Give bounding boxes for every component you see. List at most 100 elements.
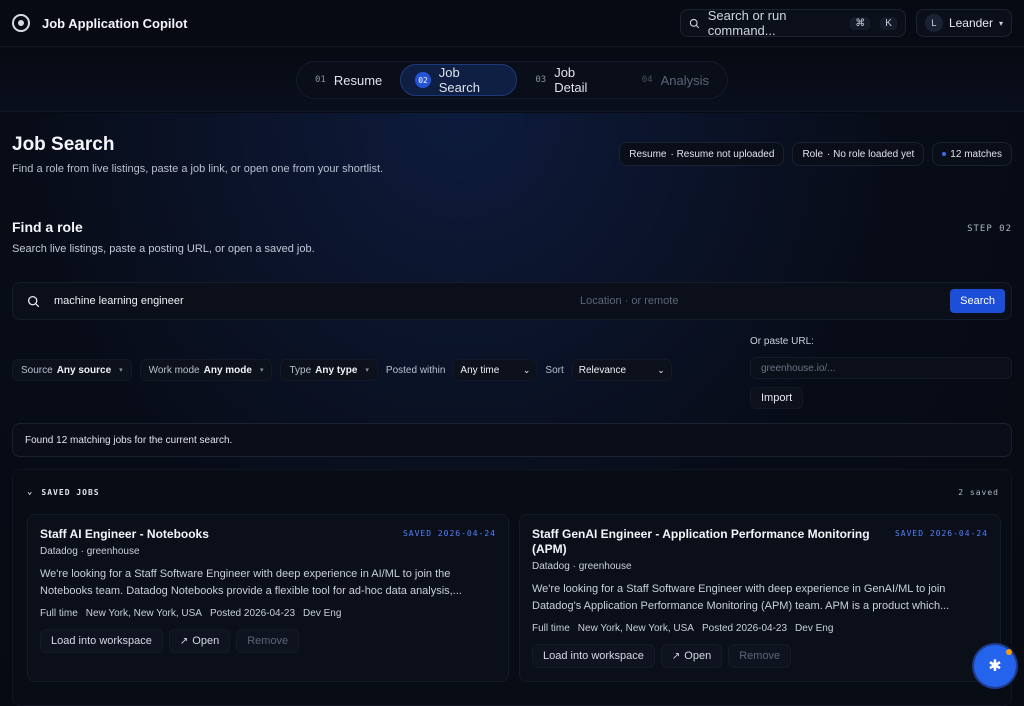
job-posted: Posted 2026-04-23 xyxy=(209,608,296,619)
job-company: Datadog · greenhouse xyxy=(40,546,140,557)
user-name: Leander xyxy=(948,16,993,30)
saved-date: SAVED 2026-04-24 xyxy=(894,529,988,538)
step-analysis[interactable]: 04 Analysis xyxy=(628,64,723,96)
user-menu[interactable]: L Leander ▾ xyxy=(915,9,1012,37)
load-into-workspace-button[interactable]: Load into workspace xyxy=(532,644,655,668)
job-type: Full time xyxy=(532,623,570,634)
chevron-down-icon: ⌄ xyxy=(27,487,34,497)
page-title: Job Search xyxy=(12,134,115,155)
notification-dot xyxy=(1006,649,1012,655)
external-link-icon: ↗ xyxy=(179,635,189,647)
job-type: Full time xyxy=(40,608,78,619)
job-description: We're looking for a Staff Software Engin… xyxy=(40,568,462,597)
chevron-down-icon: ▾ xyxy=(365,367,369,374)
type-filter[interactable]: Type Any type ▾ xyxy=(280,359,378,381)
main-content: Job Search Find a role from live listing… xyxy=(0,113,1024,706)
app-title: Job Application Copilot xyxy=(42,15,188,31)
filter-label: Work mode xyxy=(148,364,200,376)
sort-select[interactable]: Relevance ⌄ xyxy=(571,359,672,381)
import-button[interactable]: Import xyxy=(750,387,804,409)
source-filter[interactable]: Source Any source ▾ xyxy=(12,359,132,381)
step-number: 04 xyxy=(641,75,653,85)
paste-url-input[interactable]: greenhouse.io/... xyxy=(750,357,1012,379)
section-title: Find a role xyxy=(12,219,83,235)
step-label: Analysis xyxy=(660,72,709,88)
step-label: Job Search xyxy=(438,65,480,95)
chip-key: Resume xyxy=(629,148,667,160)
chip-value: · Resume not uploaded xyxy=(670,148,775,160)
job-location: New York, New York, USA xyxy=(577,623,694,634)
sparkle-icon: ✱ xyxy=(988,658,1002,675)
filter-value: Any mode xyxy=(203,364,252,376)
page-subtitle: Find a role from live listings, paste a … xyxy=(12,163,384,175)
filter-value: Any source xyxy=(56,364,112,376)
section-subtitle: Search live listings, paste a posting UR… xyxy=(12,243,315,255)
posted-select[interactable]: Any time ⌄ xyxy=(453,359,538,381)
step-label: Resume xyxy=(333,72,383,88)
job-title[interactable]: Staff AI Engineer - Notebooks xyxy=(40,527,390,542)
step-job-detail[interactable]: 03 Job Detail xyxy=(521,64,623,96)
saved-count: 2 saved xyxy=(958,488,999,497)
chevron-down-icon: ▾ xyxy=(259,367,264,374)
command-placeholder: Search or run command... xyxy=(707,8,787,38)
job-meta: Full time New York, New York, USA Posted… xyxy=(532,623,988,634)
job-meta: Full time New York, New York, USA Posted… xyxy=(40,608,496,619)
results-summary: Found 12 matching jobs for the current s… xyxy=(12,423,1012,457)
remove-button[interactable]: Remove xyxy=(728,644,792,668)
paste-url-label: Or paste URL: xyxy=(750,336,814,347)
select-value: Any time xyxy=(460,364,500,376)
saved-jobs-panel: ⌄ SAVED JOBS 2 saved Staff AI Engineer -… xyxy=(12,469,1012,706)
brand[interactable]: Job Application Copilot xyxy=(12,14,187,32)
search-icon xyxy=(27,295,40,307)
workmode-filter[interactable]: Work mode Any mode ▾ xyxy=(139,359,273,381)
job-posted: Posted 2026-04-23 xyxy=(701,623,788,634)
filter-value: Any type xyxy=(315,364,358,376)
external-link-icon: ↗ xyxy=(671,650,681,662)
sort-label: Sort xyxy=(545,364,564,376)
target-logo-icon xyxy=(12,14,30,32)
job-department: Dev Eng xyxy=(795,623,834,634)
open-button[interactable]: ↗ Open xyxy=(660,644,723,668)
chip-key: Role xyxy=(802,148,824,160)
select-value: Relevance xyxy=(578,364,627,376)
search-input[interactable]: machine learning engineer xyxy=(54,295,414,307)
step-label: Job Detail xyxy=(554,65,588,95)
filters-row: Source Any source ▾ Work mode Any mode ▾… xyxy=(12,359,672,381)
command-search[interactable]: Search or run command... ⌘ K xyxy=(679,8,906,38)
job-location: New York, New York, USA xyxy=(85,608,202,619)
step-resume[interactable]: 01 Resume xyxy=(301,64,396,96)
saved-jobs-toggle[interactable]: ⌄ SAVED JOBS xyxy=(27,487,100,497)
open-button[interactable]: ↗ Open xyxy=(168,629,231,653)
open-label: Open xyxy=(684,650,712,662)
avatar: L xyxy=(924,14,943,32)
matches-chip[interactable]: 12 matches xyxy=(932,142,1012,166)
location-input[interactable]: Location · or remote xyxy=(580,295,830,307)
job-description: We're looking for a Staff Software Engin… xyxy=(532,583,950,612)
search-button[interactable]: Search xyxy=(950,289,1005,313)
kbd-k: K xyxy=(880,16,897,30)
step-indicator: STEP 02 xyxy=(967,224,1012,234)
status-chips: Resume · Resume not uploaded Role · No r… xyxy=(619,142,1012,166)
card-actions: Load into workspace ↗ Open Remove xyxy=(532,644,988,668)
dot-icon xyxy=(942,152,947,156)
remove-button[interactable]: Remove xyxy=(236,629,300,653)
filter-label: Type xyxy=(289,364,312,376)
job-title[interactable]: Staff GenAI Engineer - Application Perfo… xyxy=(532,527,882,557)
assistant-fab[interactable]: ✱ xyxy=(974,645,1016,687)
job-department: Dev Eng xyxy=(303,608,342,619)
chevron-down-icon: ▾ xyxy=(119,367,123,374)
saved-job-card[interactable]: Staff AI Engineer - Notebooks SAVED 2026… xyxy=(27,514,509,682)
saved-job-card[interactable]: Staff GenAI Engineer - Application Perfo… xyxy=(519,514,1001,682)
load-into-workspace-button[interactable]: Load into workspace xyxy=(40,629,163,653)
open-label: Open xyxy=(192,635,220,647)
step-number: 02 xyxy=(415,72,431,88)
top-bar: Job Application Copilot Search or run co… xyxy=(0,0,1024,46)
resume-status-chip[interactable]: Resume · Resume not uploaded xyxy=(619,142,785,166)
role-status-chip[interactable]: Role · No role loaded yet xyxy=(792,142,925,166)
chevron-down-icon: ⌄ xyxy=(522,364,531,375)
step-job-search[interactable]: 02 Job Search xyxy=(400,64,518,96)
card-actions: Load into workspace ↗ Open Remove xyxy=(40,629,496,653)
stepper: 01 Resume 02 Job Search 03 Job Detail 04… xyxy=(296,61,728,99)
stepper-bar: 01 Resume 02 Job Search 03 Job Detail 04… xyxy=(0,46,1024,112)
kbd-cmd: ⌘ xyxy=(850,16,871,30)
